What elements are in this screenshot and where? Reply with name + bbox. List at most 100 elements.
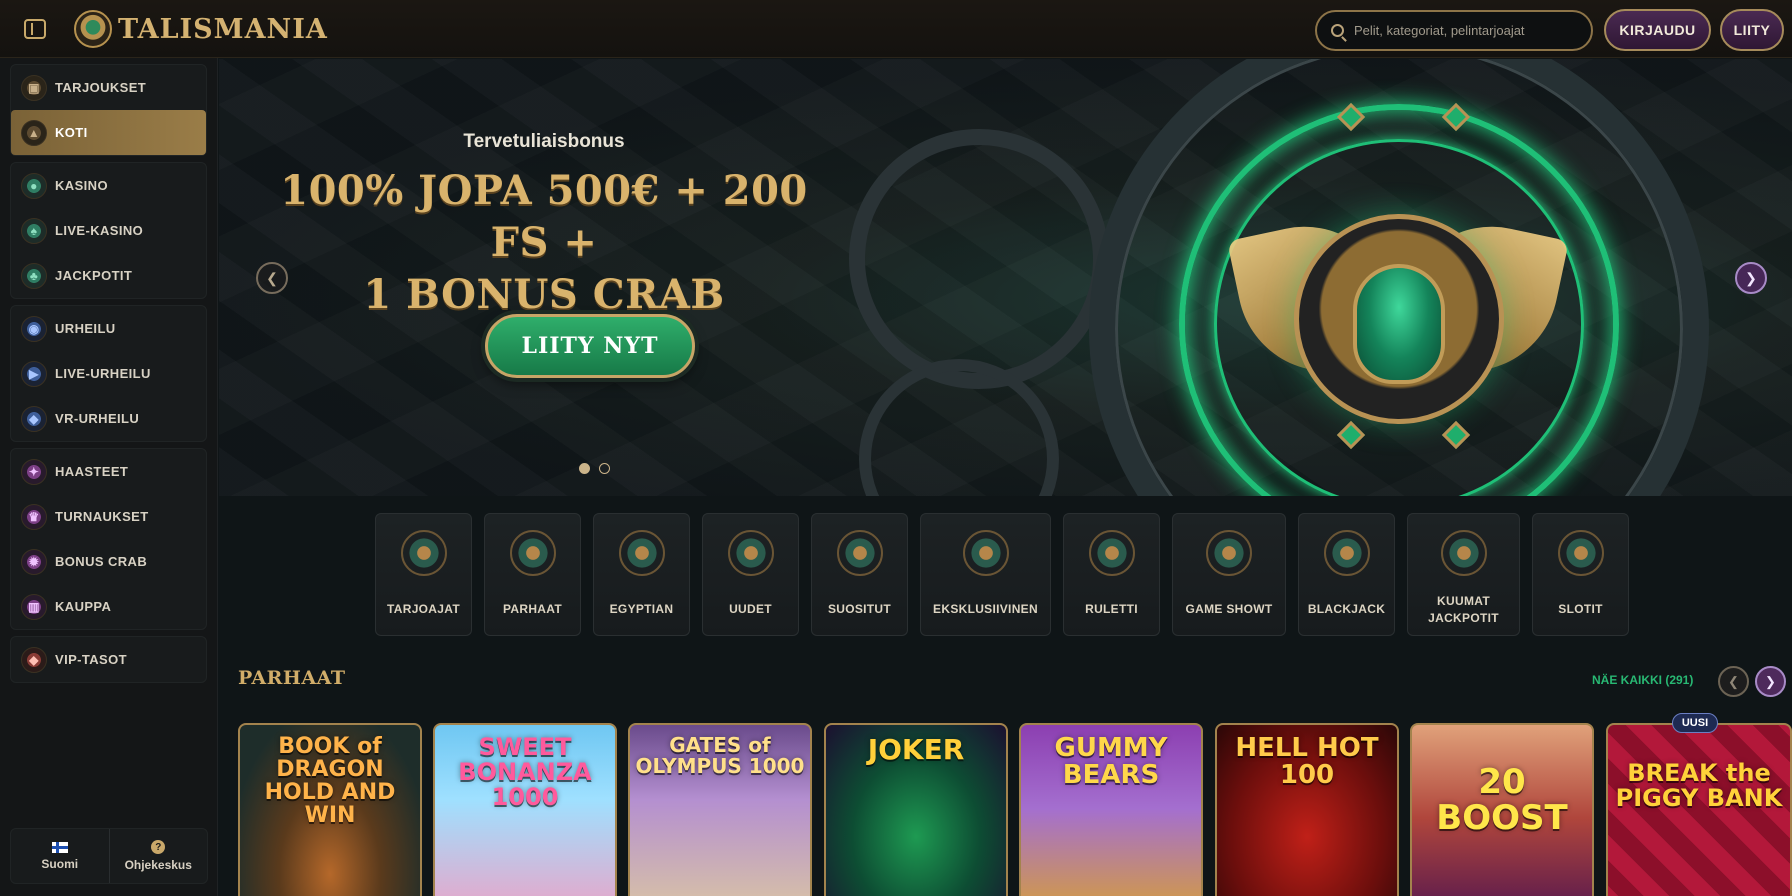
help-icon: ? [151, 840, 166, 854]
crab-icon: ✹ [21, 548, 47, 575]
sidebar-item-label: LIVE-URHEILU [55, 366, 151, 381]
sidebar-item-koti[interactable]: ▲ KOTI [11, 110, 206, 155]
hero-title: 100% JOPA 500€ + 200 FS + 1 BONUS CRAB [259, 165, 829, 321]
game-title: BOOK of DRAGON HOLD AND WIN [264, 734, 396, 829]
sidebar-item-vr-urheilu[interactable]: ◆ VR-URHEILU [11, 396, 206, 441]
category-game-showt[interactable]: GAME SHOWT [1172, 513, 1286, 636]
roulette-icon [1088, 530, 1135, 576]
sidebar-item-bonus-crab[interactable]: ✹ BONUS CRAB [11, 539, 206, 584]
pyramid-icon [836, 530, 883, 576]
scarab-logo-icon [74, 10, 112, 48]
game-tile[interactable]: GUMMY BEARS [1019, 723, 1203, 896]
top-bar: TALISMANIA KIRJAUDU LIITY [0, 0, 1792, 58]
hero-subtitle: Tervetuliaisbonus [463, 131, 625, 152]
game-tile[interactable]: JOKER [824, 723, 1008, 896]
game-tile[interactable]: HELL HOT 100 [1215, 723, 1399, 896]
join-now-button[interactable]: LIITY NYT [485, 314, 695, 378]
section-next-arrow-icon[interactable]: ❯ [1755, 666, 1786, 697]
sidebar-item-live-kasino[interactable]: ♠ LIVE-KASINO [11, 208, 206, 253]
sidebar-footer: Suomi ? Ohjekeskus [10, 828, 208, 884]
category-label: BLACKJACK [1307, 602, 1386, 616]
category-label: SLOTIT [1558, 602, 1603, 616]
category-label: SUOSITUT [827, 602, 892, 616]
language-label: Suomi [41, 856, 79, 871]
diamond-icon: ◆ [21, 646, 47, 673]
login-button[interactable]: KIRJAUDU [1604, 9, 1711, 51]
sidebar-item-label: TURNAUKSET [55, 509, 149, 524]
search-input[interactable] [1354, 23, 1574, 38]
sidebar-item-turnaukset[interactable]: ♛ TURNAUKSET [11, 494, 206, 539]
sidebar-toggle-icon[interactable] [24, 19, 46, 39]
game-tile[interactable]: 20 BOOST [1410, 723, 1594, 896]
brand-name: TALISMANIA [118, 13, 328, 45]
carousel-dot[interactable] [599, 463, 610, 474]
sidebar-item-haasteet[interactable]: ✦ HAASTEET [11, 449, 206, 494]
game-title: BREAK the PIGGY BANK [1615, 759, 1783, 813]
search-bar[interactable] [1315, 10, 1593, 51]
wheel-icon [1206, 530, 1252, 576]
hero-title-line: 100% JOPA 500€ + 200 FS + [280, 167, 808, 266]
spade-icon [1323, 530, 1370, 576]
sidebar-item-label: KOTI [55, 125, 88, 140]
hero-next-arrow-icon[interactable]: ❯ [1735, 262, 1767, 294]
category-ruletti[interactable]: RULETTI [1063, 513, 1160, 636]
game-tile[interactable]: BOOK of DRAGON HOLD AND WIN [238, 723, 422, 896]
join-button[interactable]: LIITY [1720, 9, 1784, 51]
trophy-icon: ♛ [21, 503, 47, 530]
scarab-icon [509, 530, 556, 576]
game-tile[interactable]: SWEET BONANZA 1000 [433, 723, 617, 896]
category-label: EKSKLUSIIVINEN [933, 602, 1038, 616]
gift-icon: ▣ [21, 74, 47, 101]
shop-icon: ▥ [21, 593, 47, 620]
category-kuumat-jackpotit[interactable]: KUUMAT JACKPOTIT [1407, 513, 1520, 636]
category-parhaat[interactable]: PARHAAT [484, 513, 581, 636]
game-title: GUMMY BEARS [1054, 733, 1168, 791]
nav-group-casino: ● KASINO ♠ LIVE-KASINO ♣ JACKPOTIT [10, 162, 207, 299]
help-center-link[interactable]: ? Ohjekeskus [108, 829, 208, 883]
category-ekskluusiivinen[interactable]: EKSKLUSIIVINEN [920, 513, 1051, 636]
flag-finland-icon [51, 841, 68, 853]
game-title: 20 BOOST [1436, 762, 1568, 838]
search-icon [1331, 24, 1344, 37]
category-suositut[interactable]: SUOSITUT [811, 513, 908, 636]
sidebar-item-tarjoukset[interactable]: ▣ TARJOUKSET [11, 65, 206, 110]
category-label: RULETTI [1085, 602, 1138, 616]
category-label: UUDET [729, 602, 772, 616]
category-tarjoajat[interactable]: TARJOAJAT [375, 513, 472, 636]
category-uudet[interactable]: UUDET [702, 513, 799, 636]
scroll-icon [400, 530, 447, 576]
hero-prev-arrow-icon[interactable]: ❮ [256, 262, 288, 294]
sidebar-item-vip-tasot[interactable]: ◆ VIP-TASOT [11, 637, 206, 682]
sidebar-item-live-urheilu[interactable]: ▶ LIVE-URHEILU [11, 351, 206, 396]
sidebar-item-label: LIVE-KASINO [55, 223, 144, 238]
sidebar-item-label: TARJOUKSET [55, 80, 147, 95]
help-label: Ohjekeskus [124, 858, 192, 872]
language-selector[interactable]: Suomi [11, 829, 109, 883]
category-label: GAME SHOWT [1185, 602, 1273, 616]
sun-disc-icon [727, 530, 774, 576]
sidebar-item-label: URHEILU [55, 321, 116, 336]
home-icon: ▲ [21, 119, 47, 146]
carousel-dot[interactable] [579, 463, 590, 474]
game-tile[interactable]: BREAK the PIGGY BANK [1606, 723, 1792, 896]
sidebar-item-label: VIP-TASOT [55, 652, 127, 667]
sidebar-item-urheilu[interactable]: ◉ URHEILU [11, 306, 206, 351]
category-slotit[interactable]: SLOTIT [1532, 513, 1629, 636]
nav-group-features: ✦ HAASTEET ♛ TURNAUKSET ✹ BONUS CRAB ▥ K… [10, 448, 207, 630]
category-blackjack[interactable]: BLACKJACK [1298, 513, 1395, 636]
sidebar-item-label: BONUS CRAB [55, 554, 148, 569]
sidebar-item-kauppa[interactable]: ▥ KAUPPA [11, 584, 206, 629]
sidebar-item-jackpotit[interactable]: ♣ JACKPOTIT [11, 253, 206, 298]
sidebar: ▣ TARJOUKSET ▲ KOTI ● KASINO ♠ LIVE-KASI… [0, 58, 218, 896]
sidebar-item-kasino[interactable]: ● KASINO [11, 163, 206, 208]
category-egyptian[interactable]: EGYPTIAN [593, 513, 690, 636]
play-icon: ▶ [21, 360, 47, 387]
see-all-link[interactable]: NÄE KAIKKI (291) [1592, 673, 1693, 687]
game-tile[interactable]: GATES of OLYMPUS 1000 [628, 723, 812, 896]
game-title: SWEET BONANZA 1000 [458, 733, 592, 812]
casino-chip-icon: ● [21, 172, 47, 199]
section-prev-arrow-icon[interactable]: ❮ [1718, 666, 1749, 697]
scarab-icon [1353, 264, 1445, 384]
logo[interactable]: TALISMANIA [74, 10, 328, 48]
category-label: KUUMAT JACKPOTIT [1428, 594, 1499, 625]
